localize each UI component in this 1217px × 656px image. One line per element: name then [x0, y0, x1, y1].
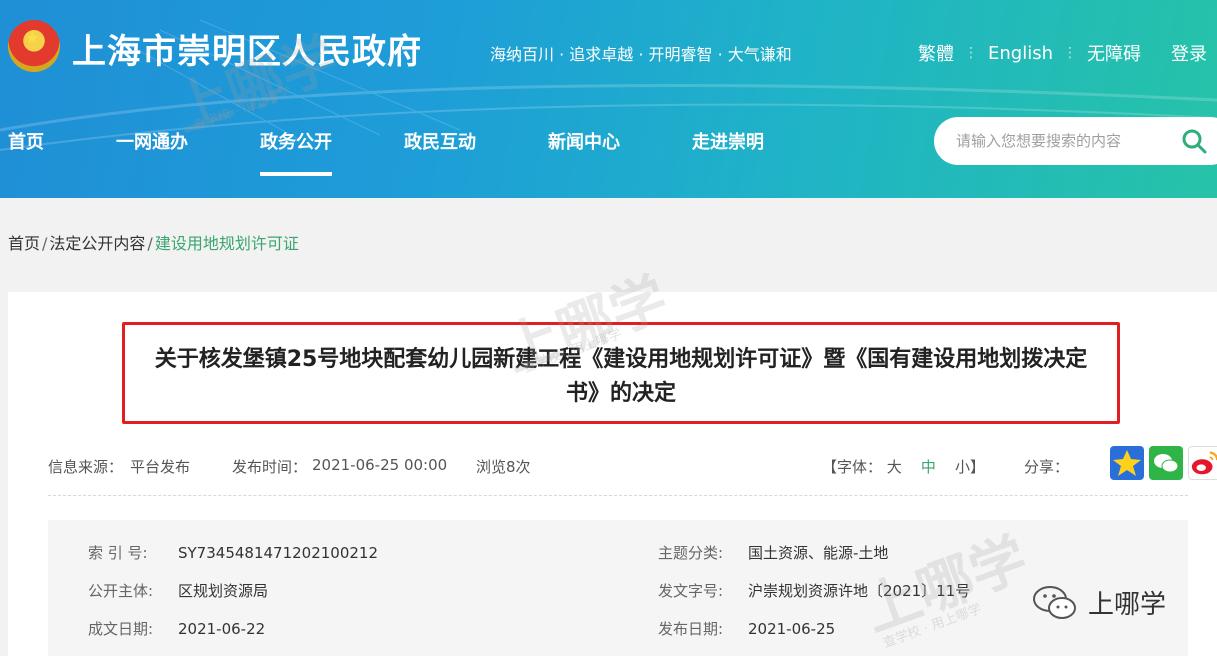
site-slogan: 海纳百川 · 追求卓越 · 开明睿智 · 大气谦和	[490, 45, 792, 64]
index-number-label: 索 引 号:	[88, 544, 148, 562]
created-date-row: 成文日期: 2021-06-22	[88, 618, 265, 639]
publisher-label: 公开主体:	[88, 582, 154, 600]
wechat-logo-icon	[1033, 586, 1076, 619]
main-nav: 首页 一网通办 政务公开 政民互动 新闻中心 走进崇明	[8, 128, 836, 176]
publisher-value: 区规划资源局	[178, 582, 269, 600]
font-large-button[interactable]: 大	[887, 458, 902, 476]
source-label: 信息来源：	[48, 458, 124, 476]
brand-badge: 上哪学	[1030, 582, 1166, 622]
published-date-label: 发布日期:	[658, 620, 724, 638]
wechat-share-icon[interactable]	[1149, 446, 1183, 480]
search-input[interactable]	[956, 129, 1176, 153]
national-emblem-icon[interactable]: ★	[8, 20, 60, 72]
created-date-label: 成文日期:	[88, 620, 154, 638]
nav-government-affairs[interactable]: 政务公开	[260, 128, 332, 176]
nav-about-chongming[interactable]: 走进崇明	[692, 128, 764, 154]
accessibility-link[interactable]: 无障碍	[1087, 40, 1141, 66]
brand-name: 上哪学	[1088, 589, 1167, 620]
divider	[48, 495, 1188, 496]
share-label: 分享：	[1024, 458, 1070, 476]
nav-home[interactable]: 首页	[8, 128, 44, 154]
created-date-value: 2021-06-22	[178, 620, 266, 638]
weibo-share-icon[interactable]	[1188, 446, 1217, 480]
font-medium-button[interactable]: 中	[921, 458, 936, 476]
nav-online-services[interactable]: 一网通办	[116, 128, 188, 154]
top-links: 繁體 ⋮ English ⋮ 无障碍 登录	[918, 40, 1207, 66]
index-number-row: 索 引 号: SY7345481471202100212	[88, 542, 378, 563]
divider: ⋮	[1063, 45, 1077, 61]
document-number-label: 发文字号:	[658, 582, 724, 600]
subject-row: 主题分类: 国土资源、能源-土地	[658, 542, 888, 563]
qzone-share-icon[interactable]	[1110, 446, 1144, 480]
login-link[interactable]: 登录	[1171, 40, 1207, 66]
english-link[interactable]: English	[988, 43, 1053, 64]
breadcrumb-separator: /	[42, 234, 48, 253]
traditional-chinese-link[interactable]: 繁體	[918, 40, 954, 66]
nav-interaction[interactable]: 政民互动	[404, 128, 476, 154]
breadcrumb-current[interactable]: 建设用地规划许可证	[155, 234, 299, 253]
index-number-value: SY7345481471202100212	[178, 544, 379, 562]
nav-news[interactable]: 新闻中心	[548, 128, 620, 154]
search-box	[934, 117, 1217, 165]
article-meta: 信息来源： 平台发布 发布时间： 2021-06-25 00:00 浏览8次 【…	[48, 446, 1217, 480]
font-size-control: 【字体： 大 中 小】	[822, 456, 985, 477]
subject-label: 主题分类:	[658, 544, 724, 562]
share-icons	[1110, 446, 1217, 480]
divider: ⋮	[964, 45, 978, 61]
breadcrumb: 首页 / 法定公开内容 / 建设用地规划许可证	[8, 230, 299, 254]
view-count: 浏览8次	[476, 458, 531, 476]
breadcrumb-home[interactable]: 首页	[8, 234, 40, 253]
source-value: 平台发布	[130, 458, 191, 476]
search-icon[interactable]	[1180, 127, 1208, 155]
font-small-button[interactable]: 小】	[955, 458, 985, 476]
time-value: 2021-06-25 00:00	[312, 456, 448, 474]
breadcrumb-separator: /	[147, 234, 153, 253]
publisher-row: 公开主体: 区规划资源局	[88, 580, 268, 601]
breadcrumb-section[interactable]: 法定公开内容	[49, 234, 145, 253]
subject-value: 国土资源、能源-土地	[748, 544, 889, 562]
font-size-label: 【字体：	[822, 458, 883, 476]
article-title: 关于核发堡镇25号地块配套幼儿园新建工程《建设用地规划许可证》暨《国有建设用地划…	[154, 347, 1088, 406]
published-date-row: 发布日期: 2021-06-25	[658, 618, 835, 639]
published-date-value: 2021-06-25	[748, 620, 836, 638]
time-label: 发布时间：	[232, 458, 308, 476]
